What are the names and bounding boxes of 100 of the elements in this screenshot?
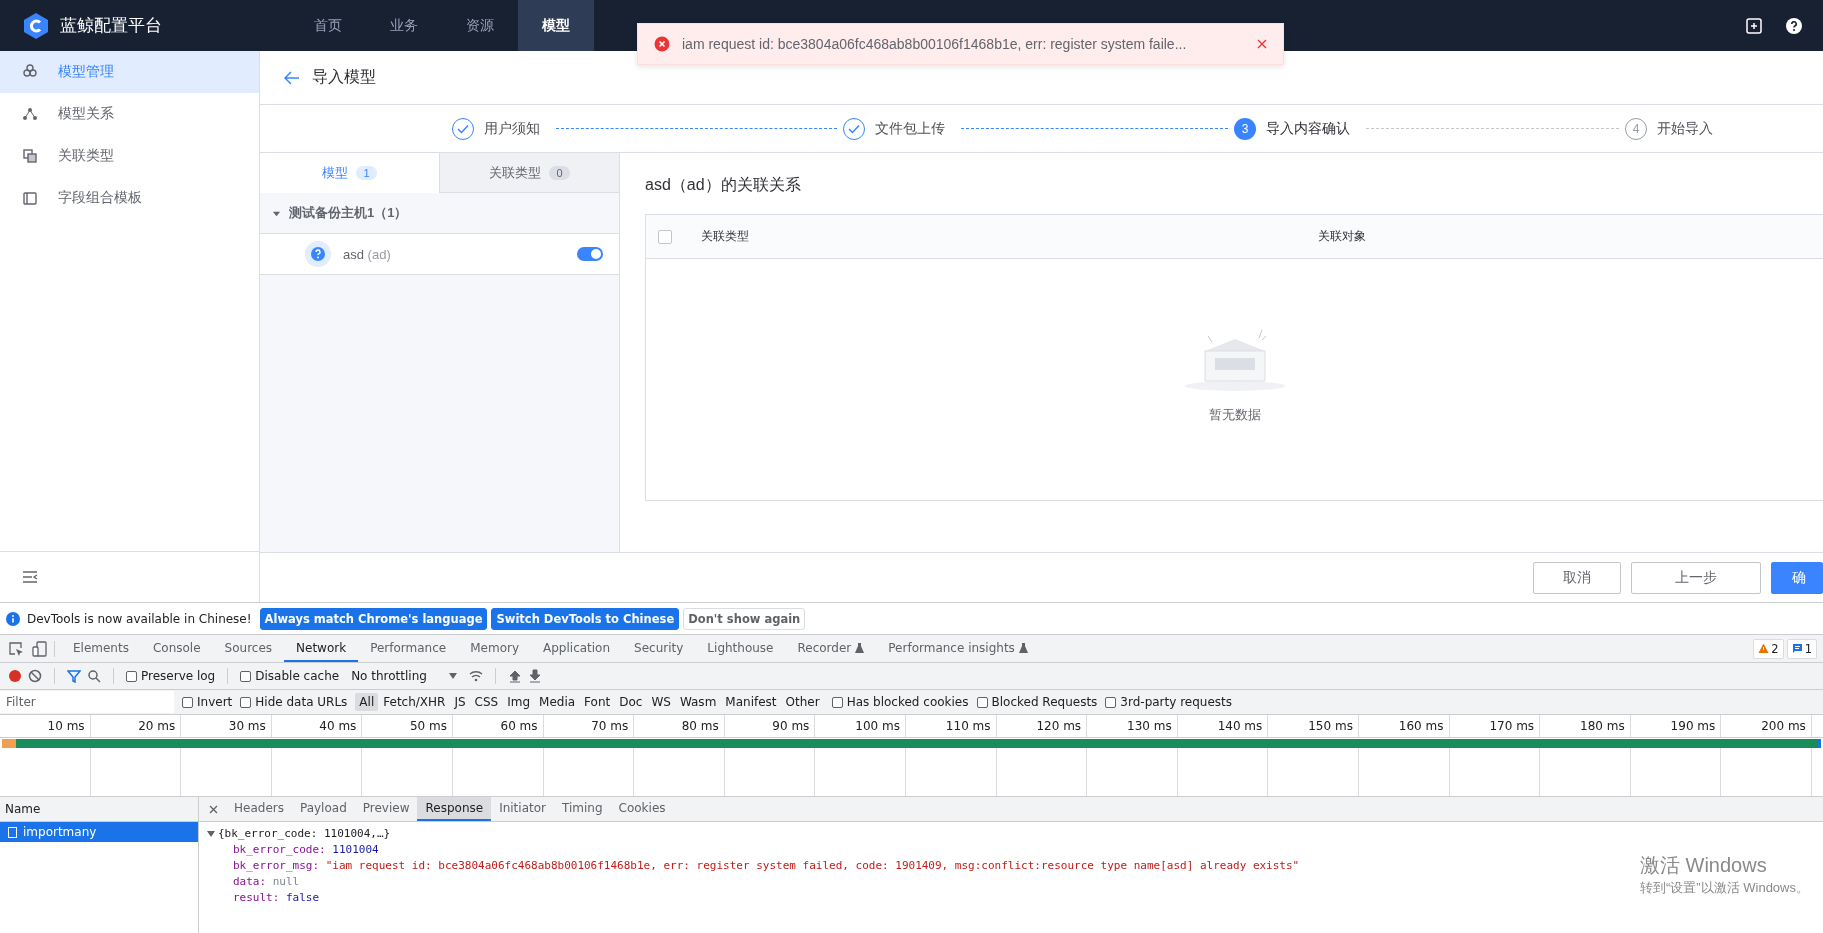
record-icon[interactable] xyxy=(8,669,22,683)
layers-icon xyxy=(22,148,38,164)
time-tick: 200 ms xyxy=(1721,715,1812,737)
json-line: bk_error_msg: "iam request id: bce3804a06fc468ab8b00106f1468b1e, err: register system failed, code: 1901409, msg:conflict:resource type name[asd] already exists" xyxy=(233,858,1300,874)
wifi-settings-icon[interactable] xyxy=(468,669,483,683)
type-filter[interactable]: JS xyxy=(450,693,470,711)
detail-tab[interactable]: Initiator xyxy=(491,797,554,821)
nav-item[interactable]: 首页 xyxy=(290,0,366,51)
time-tick: 20 ms xyxy=(90,715,182,737)
banner-button[interactable]: Always match Chrome's language xyxy=(259,607,488,630)
toast-message: iam request id: bce3804a06fc468ab8b00106f1468b1e, err: register system faile... xyxy=(682,36,1188,52)
detail-tab[interactable]: Payload xyxy=(291,797,355,821)
time-tick: 140 ms xyxy=(1177,715,1269,737)
collapse-menu-icon[interactable] xyxy=(22,569,38,585)
close-icon[interactable] xyxy=(1257,39,1267,49)
banner-button[interactable]: Switch DevTools to Chinese xyxy=(491,607,680,630)
devtools-tab[interactable]: Elements xyxy=(61,635,141,662)
flask-icon xyxy=(1018,642,1028,653)
time-tick: 10 ms xyxy=(0,715,91,737)
checkbox[interactable]: Invert xyxy=(182,695,233,709)
detail-tab[interactable]: Headers xyxy=(226,797,292,821)
devtools-tab[interactable]: Security xyxy=(622,635,696,662)
type-filter[interactable]: Font xyxy=(580,693,615,711)
warning-count[interactable]: 2 xyxy=(1753,638,1784,659)
detail-tab[interactable]: Response xyxy=(417,797,492,821)
download-icon[interactable] xyxy=(527,669,542,683)
column-header: 关联类型 xyxy=(701,228,750,245)
sidebar-item[interactable]: 关联类型 xyxy=(0,135,259,177)
message-count[interactable]: 1 xyxy=(1786,638,1817,659)
panel-icon xyxy=(22,190,38,206)
clear-icon[interactable] xyxy=(28,669,42,683)
checkbox[interactable]: Disable cache xyxy=(240,669,340,683)
time-tick: 60 ms xyxy=(452,715,544,737)
search-icon[interactable] xyxy=(87,669,101,683)
devtools-tab[interactable]: Application xyxy=(531,635,623,662)
json-line: data: null xyxy=(233,874,300,890)
type-filter[interactable]: Manifest xyxy=(721,693,781,711)
tab[interactable]: 关联类型 0 xyxy=(439,153,619,193)
type-filter[interactable]: Wasm xyxy=(675,693,721,711)
time-tick: 100 ms xyxy=(815,715,906,737)
flask-icon xyxy=(855,642,865,653)
group-label: 测试备份主机1（1） xyxy=(289,204,408,222)
type-filter[interactable]: Doc xyxy=(615,693,647,711)
checkbox[interactable]: Preserve log xyxy=(126,669,216,683)
throttling-dropdown[interactable]: No throttling xyxy=(345,668,463,684)
step-label: 文件包上传 xyxy=(875,119,945,138)
detail-tab[interactable]: Cookies xyxy=(610,797,674,821)
confirm-button[interactable]: 确 xyxy=(1771,561,1823,594)
checkbox[interactable]: Hide data URLs xyxy=(240,695,348,709)
back-arrow-icon[interactable] xyxy=(284,70,300,85)
filter-field[interactable]: Filter xyxy=(0,691,174,713)
type-filter[interactable]: WS xyxy=(647,693,675,711)
error-icon xyxy=(654,36,670,52)
banner-message: DevTools is now available in Chinese! xyxy=(27,611,252,626)
nav-item[interactable]: 业务 xyxy=(366,0,442,51)
filter-icon[interactable] xyxy=(67,669,81,683)
detail-tab[interactable]: Preview xyxy=(354,797,418,821)
devtools-tab[interactable]: Performance xyxy=(358,635,459,662)
request-row[interactable]: importmany xyxy=(0,822,198,842)
footer-button[interactable]: 取消 xyxy=(1533,561,1621,594)
time-tick: 70 ms xyxy=(543,715,635,737)
nav-item[interactable]: 模型 xyxy=(518,0,594,51)
type-filter[interactable]: Img xyxy=(503,693,535,711)
close-icon[interactable] xyxy=(209,804,218,814)
checkbox[interactable]: Blocked Requests xyxy=(976,695,1098,709)
time-tick: 170 ms xyxy=(1449,715,1541,737)
section-title: asd（ad）的关联关系 xyxy=(645,175,802,195)
tab[interactable]: 模型 1 xyxy=(260,153,439,193)
upload-icon[interactable] xyxy=(507,669,522,683)
devtools-tab[interactable]: Console xyxy=(140,635,213,662)
devtools-tab[interactable]: Memory xyxy=(458,635,531,662)
checkbox[interactable]: 3rd-party requests xyxy=(1105,695,1233,709)
help-icon[interactable] xyxy=(1785,16,1803,35)
sidebar-item[interactable]: 字段组合模板 xyxy=(0,177,259,219)
type-filter[interactable]: Media xyxy=(535,693,580,711)
help-icon xyxy=(305,241,331,267)
logo-icon xyxy=(22,11,50,40)
time-tick: 160 ms xyxy=(1358,715,1450,737)
toggle-switch[interactable] xyxy=(577,247,603,261)
sidebar-item[interactable]: 模型关系 xyxy=(0,93,259,135)
expand-triangle-icon[interactable] xyxy=(207,831,215,837)
app-name: 蓝鲸配置平台 xyxy=(60,15,162,37)
devtools-tab[interactable]: Recorder xyxy=(785,635,877,662)
checkbox[interactable]: Has blocked cookies xyxy=(831,695,969,709)
device-icon[interactable] xyxy=(32,640,48,657)
footer-button[interactable]: 上一步 xyxy=(1631,561,1761,594)
banner-button[interactable]: Don't show again xyxy=(683,607,806,630)
devtools-tab[interactable]: Performance insights xyxy=(876,635,1040,662)
type-filter[interactable]: CSS xyxy=(470,693,503,711)
json-summary: {bk_error_code: 1101004,…} xyxy=(218,826,391,842)
devtools-tab[interactable]: Sources xyxy=(212,635,285,662)
type-filter[interactable]: Other xyxy=(781,693,824,711)
devtools-tab[interactable]: Lighthouse xyxy=(695,635,786,662)
nav-item[interactable]: 资源 xyxy=(442,0,518,51)
inspect-icon[interactable] xyxy=(8,640,24,657)
detail-tab[interactable]: Timing xyxy=(554,797,611,821)
type-filter[interactable]: Fetch/XHR xyxy=(379,693,450,711)
type-filter[interactable]: All xyxy=(355,693,379,711)
caret-icon xyxy=(448,673,457,679)
select-all-checkbox[interactable] xyxy=(658,229,672,244)
